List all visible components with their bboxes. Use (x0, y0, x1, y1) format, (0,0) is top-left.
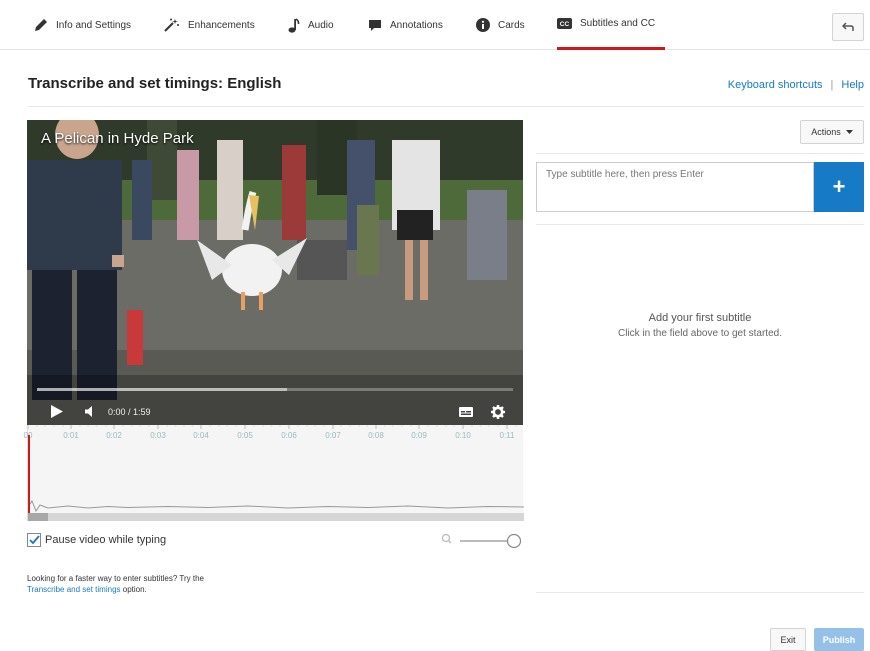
divider (536, 153, 864, 154)
tab-bar: Info and Settings Enhancements Audio Ann… (0, 0, 870, 50)
page-title: Transcribe and set timings: English (28, 75, 282, 92)
tab-audio[interactable]: Audio (288, 0, 334, 50)
publish-button[interactable]: Publish (814, 628, 864, 651)
faster-entry-hint: Looking for a faster way to enter subtit… (27, 573, 204, 595)
divider (28, 106, 864, 107)
magic-wand-icon (164, 18, 179, 32)
tab-label: Subtitles and CC (580, 18, 656, 29)
video-title: A Pelican in Hyde Park (41, 130, 194, 147)
help-link[interactable]: Help (841, 79, 864, 91)
tab-annotations[interactable]: Annotations (368, 0, 443, 50)
playhead[interactable] (28, 435, 30, 513)
actions-button[interactable]: Actions (800, 120, 864, 144)
divider (536, 224, 864, 225)
speech-bubble-icon (369, 19, 381, 31)
exit-button[interactable]: Exit (770, 628, 806, 651)
captions-icon (459, 406, 473, 417)
video-controls: 0:00 / 1:59 (27, 398, 523, 425)
tab-cards[interactable]: Cards (476, 0, 525, 50)
divider (536, 592, 864, 593)
settings-button[interactable] (491, 404, 505, 419)
tab-label: Audio (308, 19, 334, 31)
empty-state-title: Add your first subtitle (648, 312, 752, 324)
zoom-control (441, 533, 522, 549)
svg-text:CC: CC (560, 21, 570, 28)
pencil-icon (35, 19, 47, 31)
header-links: Keyboard shortcuts | Help (728, 79, 864, 91)
info-circle-icon (476, 18, 490, 32)
tab-enhancements[interactable]: Enhancements (164, 0, 255, 50)
captions-button[interactable] (459, 406, 473, 417)
play-icon (51, 405, 63, 418)
speaker-icon (85, 406, 92, 417)
volume-button[interactable] (85, 406, 96, 417)
zoom-slider[interactable] (440, 531, 524, 551)
hint-suffix: option. (120, 585, 147, 594)
checkmark-icon (28, 535, 40, 545)
pause-video-option[interactable]: Pause video while typing (27, 533, 166, 547)
play-button[interactable] (51, 405, 63, 418)
music-note-icon (288, 17, 300, 33)
waveform-timeline[interactable]: 00 0:01 0:02 0:03 0:04 0:05 0:06 0:07 0:… (24, 425, 524, 521)
back-button[interactable] (832, 13, 864, 41)
timeline-scrollbar[interactable] (28, 513, 524, 521)
tab-label: Enhancements (188, 19, 255, 31)
gear-icon (491, 404, 505, 419)
video-player[interactable]: A Pelican in Hyde Park 0:00 / 1:59 (27, 120, 523, 425)
scrollbar-thumb[interactable] (28, 513, 48, 521)
hint-text: Looking for a faster way to enter subtit… (27, 574, 204, 583)
keyboard-shortcuts-link[interactable]: Keyboard shortcuts (728, 79, 823, 91)
tick-marks (28, 425, 517, 429)
subtitle-input[interactable] (536, 162, 814, 212)
transcribe-link[interactable]: Transcribe and set timings (27, 585, 121, 594)
empty-state-subtitle: Click in the field above to get started. (618, 328, 782, 339)
pause-label: Pause video while typing (45, 534, 167, 546)
tab-label: Info and Settings (56, 19, 132, 31)
buffered-bar (37, 388, 287, 391)
caret-down-icon (845, 129, 853, 134)
cc-icon: CC (557, 18, 572, 29)
tab-subtitles-and-cc[interactable]: CC Subtitles and CC (557, 0, 666, 50)
actions-label: Actions (811, 127, 841, 137)
video-progress-bar[interactable] (37, 388, 513, 391)
tab-label: Annotations (390, 19, 443, 31)
link-separator: | (830, 79, 834, 91)
tab-info-and-settings[interactable]: Info and Settings (34, 0, 131, 50)
video-frame (27, 120, 523, 425)
tab-label: Cards (498, 19, 525, 31)
add-subtitle-button[interactable]: + (814, 162, 864, 212)
pause-checkbox[interactable] (27, 533, 41, 547)
magnifier-icon (441, 533, 452, 544)
back-arrow-icon (842, 22, 854, 31)
time-display: 0:00 / 1:59 (108, 406, 151, 417)
